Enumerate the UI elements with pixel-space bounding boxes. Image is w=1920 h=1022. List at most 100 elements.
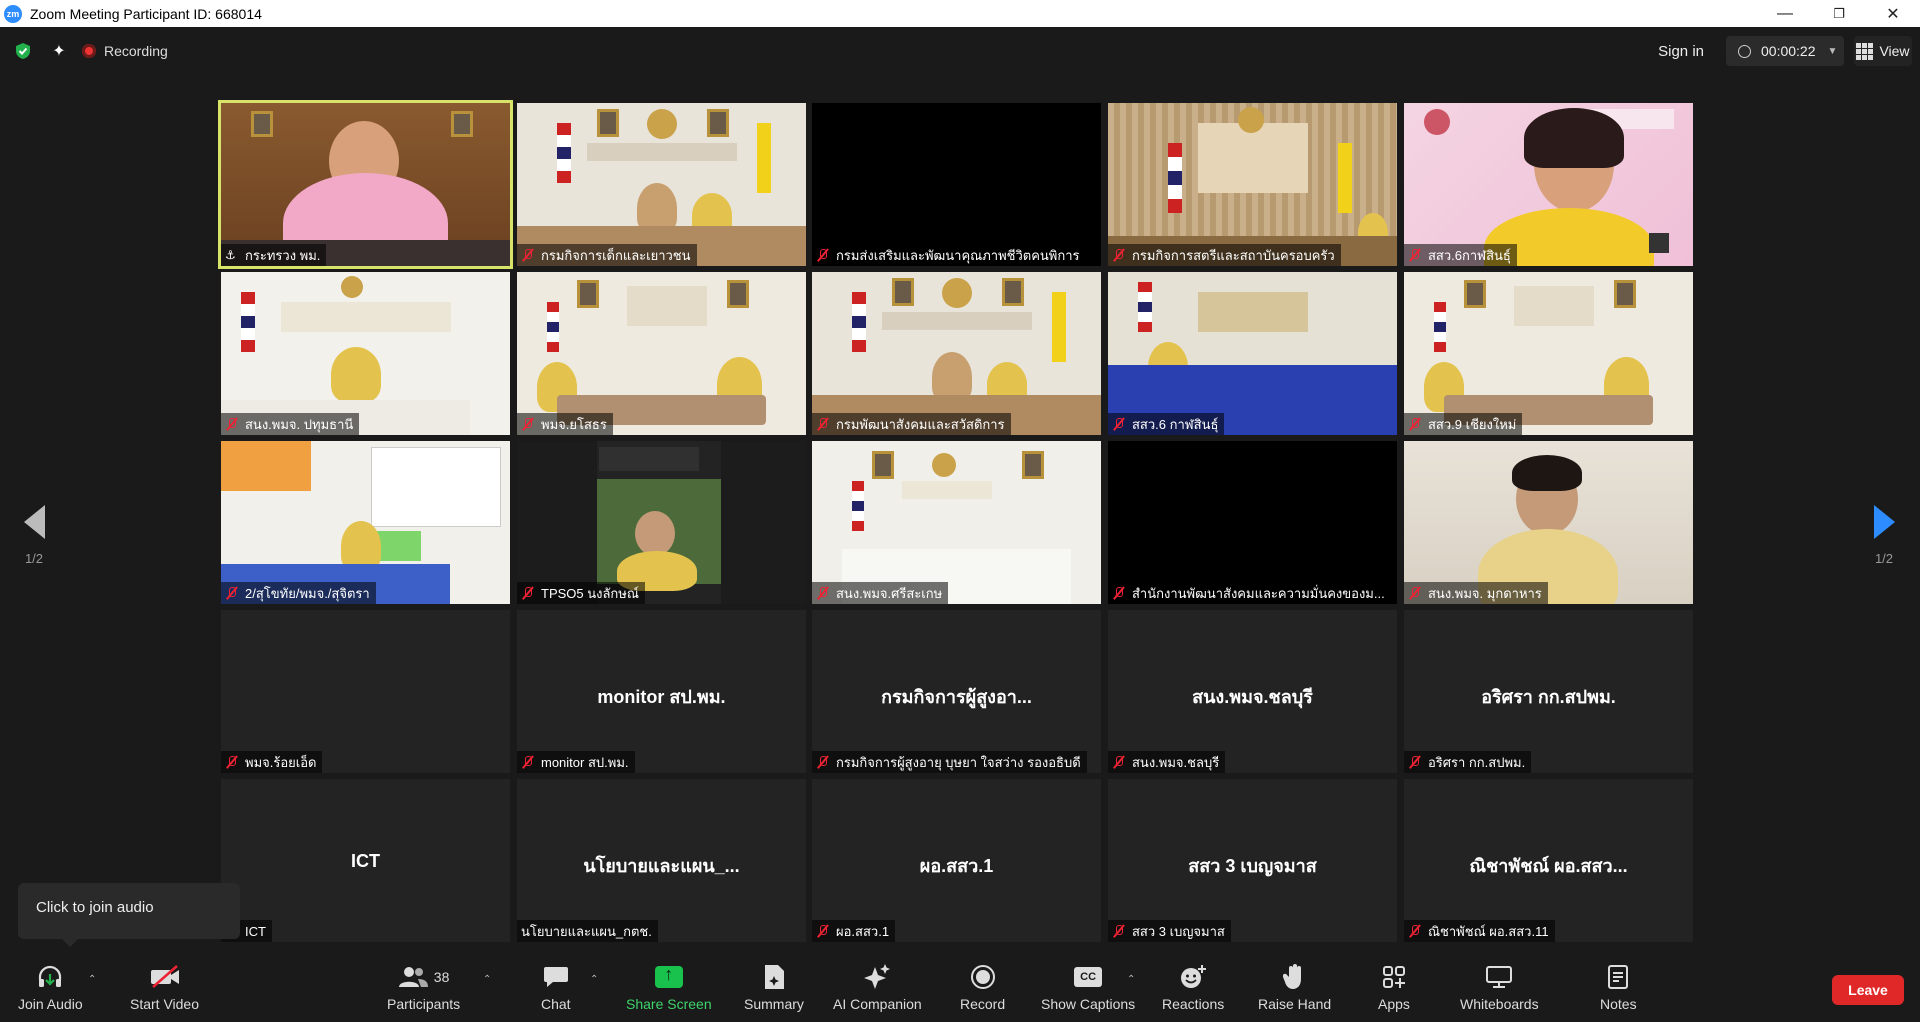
participants-button[interactable]: 38 Participants xyxy=(387,962,460,1020)
whiteboard-icon xyxy=(1485,962,1513,992)
ai-sparkle-icon[interactable]: ✦ xyxy=(50,42,68,60)
participant-tile[interactable]: สสว.6 กาฬสินธุ์ xyxy=(1108,272,1397,435)
recording-indicator[interactable]: Recording xyxy=(82,43,168,59)
summary-icon xyxy=(762,962,786,992)
participant-tile[interactable]: พมจ.ร้อยเอ็ด xyxy=(221,610,510,773)
participant-display-name: กรมกิจการผู้สูงอา... xyxy=(881,687,1032,707)
participant-name: กรมกิจการเด็กและเยาวชน xyxy=(541,247,691,263)
show-captions-label: Show Captions xyxy=(1041,996,1136,1012)
meeting-timer[interactable]: 00:00:22 ▼ xyxy=(1726,36,1844,66)
participant-tile[interactable]: สสว 3 เบญจมาส สสว 3 เบญจมาส xyxy=(1108,779,1397,942)
record-icon xyxy=(970,962,996,992)
mic-muted-icon xyxy=(1408,755,1422,769)
previous-page-nav[interactable]: 1/2 xyxy=(8,505,60,575)
ai-companion-button[interactable]: AI Companion xyxy=(833,962,922,1020)
participant-tile[interactable]: กรมกิจการสตรีและสถาบันครอบครัว xyxy=(1108,103,1397,266)
participant-tile[interactable]: พมจ.ยโสธร xyxy=(517,272,806,435)
participant-tile[interactable]: กรมกิจการเด็กและเยาวชน xyxy=(517,103,806,266)
mic-muted-icon xyxy=(521,248,535,262)
participant-tile[interactable]: กรมพัฒนาสังคมและสวัสดิการ xyxy=(812,272,1101,435)
participant-tile[interactable]: กรมส่งเสริมและพัฒนาคุณภาพชีวิตคนพิการ xyxy=(812,103,1101,266)
restore-button[interactable]: ❐ xyxy=(1812,0,1866,27)
next-page-nav[interactable]: 1/2 xyxy=(1858,505,1910,575)
leave-button[interactable]: Leave xyxy=(1832,975,1904,1005)
participant-tile[interactable]: สนง.พมจ.ชลบุรี สนง.พมจ.ชลบุรี xyxy=(1108,610,1397,773)
participant-name-label: พมจ.ร้อยเอ็ด xyxy=(221,751,323,773)
participant-name: กระทรวง พม. xyxy=(245,247,321,263)
notes-label: Notes xyxy=(1600,996,1637,1012)
captions-options-caret[interactable]: ⌃ xyxy=(1127,974,1135,985)
view-button[interactable]: View xyxy=(1854,36,1912,66)
participant-tile[interactable]: ณิชาพัชณ์ ผอ.สสว... ณิชาพัชณ์ ผอ.สสว.11 xyxy=(1404,779,1693,942)
record-button[interactable]: Record xyxy=(960,962,1005,1020)
participant-tile[interactable]: TPSO5 นงลักษณ์ xyxy=(517,441,806,604)
whiteboards-button[interactable]: Whiteboards xyxy=(1460,962,1539,1020)
chat-options-caret[interactable]: ⌃ xyxy=(590,974,598,985)
ai-companion-label: AI Companion xyxy=(833,996,922,1012)
participant-tile[interactable]: อริศรา กก.สปพม. อริศรา กก.สปพม. xyxy=(1404,610,1693,773)
participant-tile[interactable]: 2/สุโขทัย/พมจ./สุจิตรา xyxy=(221,441,510,604)
participant-tile[interactable]: สำนักงานพัฒนาสังคมและความมั่นคงของม... xyxy=(1108,441,1397,604)
participant-name-label: สสว.6กาฬสินธุ์ xyxy=(1404,244,1517,266)
mic-muted-icon xyxy=(816,248,830,262)
mic-muted-icon xyxy=(521,417,535,431)
participant-name: กรมส่งเสริมและพัฒนาคุณภาพชีวิตคนพิการ xyxy=(836,247,1080,263)
arrow-right-icon xyxy=(1873,505,1895,539)
mic-muted-icon xyxy=(225,417,239,431)
mic-muted-icon xyxy=(1408,586,1422,600)
mic-muted-icon xyxy=(521,586,535,600)
notes-button[interactable]: Notes xyxy=(1600,962,1637,1020)
share-screen-button[interactable]: Share Screen xyxy=(626,962,712,1020)
participant-tile[interactable]: กรมกิจการผู้สูงอา... กรมกิจการผู้สูงอายุ … xyxy=(812,610,1101,773)
reactions-button[interactable]: Reactions xyxy=(1162,962,1224,1020)
reactions-icon xyxy=(1179,962,1207,992)
participant-name: สำนักงานพัฒนาสังคมและความมั่นคงของม... xyxy=(1132,585,1385,601)
participant-tile[interactable]: สนง.พมจ. มุกดาหาร xyxy=(1404,441,1693,604)
participant-video xyxy=(221,272,510,435)
apps-icon xyxy=(1382,962,1406,992)
close-button[interactable]: ✕ xyxy=(1866,0,1920,27)
share-screen-label: Share Screen xyxy=(626,996,712,1012)
participant-tile[interactable]: monitor สป.พม. monitor สป.พม. xyxy=(517,610,806,773)
participant-display-name: สสว 3 เบญจมาส xyxy=(1188,856,1317,876)
audio-options-caret[interactable]: ⌃ xyxy=(88,974,96,985)
participant-tile[interactable]: สนง.พมจ. ปทุมธานี xyxy=(221,272,510,435)
raise-hand-button[interactable]: Raise Hand xyxy=(1258,962,1331,1020)
participant-display-name: สนง.พมจ.ชลบุรี xyxy=(1192,687,1313,707)
summary-button[interactable]: Summary xyxy=(744,962,804,1020)
participant-tile[interactable]: ผอ.สสว.1 ผอ.สสว.1 xyxy=(812,779,1101,942)
participant-tile[interactable]: ICT ICT xyxy=(221,779,510,942)
mic-muted-icon xyxy=(1112,248,1126,262)
participant-name-label: ณิชาพัชณ์ ผอ.สสว.11 xyxy=(1404,920,1555,942)
participant-name: สนง.พมจ.ศรีสะเกษ xyxy=(836,585,943,601)
window-title: Zoom Meeting Participant ID: 668014 xyxy=(30,5,262,22)
participant-tile[interactable]: สสว.6กาฬสินธุ์ xyxy=(1404,103,1693,266)
participant-name: สสว.9 เชียงใหม่ xyxy=(1428,416,1517,432)
captions-icon: CC xyxy=(1074,967,1103,987)
chat-label: Chat xyxy=(541,996,571,1012)
participant-tile[interactable]: สสว.9 เชียงใหม่ xyxy=(1404,272,1693,435)
participant-tile[interactable]: ⚓ กระทรวง พม. xyxy=(218,100,513,269)
apps-button[interactable]: Apps xyxy=(1378,962,1410,1020)
minimize-button[interactable]: — xyxy=(1758,0,1812,27)
sign-in-link[interactable]: Sign in xyxy=(1658,43,1704,60)
start-video-button[interactable]: Start Video xyxy=(130,962,199,1020)
join-audio-button[interactable]: Join Audio xyxy=(18,962,83,1020)
participant-name: กรมพัฒนาสังคมและสวัสดิการ xyxy=(836,416,1005,432)
participant-tile[interactable]: สนง.พมจ.ศรีสะเกษ xyxy=(812,441,1101,604)
participants-options-caret[interactable]: ⌃ xyxy=(483,974,491,985)
participant-video xyxy=(1404,272,1693,435)
participants-count: 38 xyxy=(433,969,450,985)
meeting-topbar: ✦ Recording Sign in 00:00:22 ▼ View xyxy=(0,27,1920,75)
participant-name-label: สนง.พมจ.ศรีสะเกษ xyxy=(812,582,949,604)
mic-muted-icon xyxy=(816,417,830,431)
security-shield-icon[interactable] xyxy=(14,42,32,60)
participant-name: 2/สุโขทัย/พมจ./สุจิตรา xyxy=(245,585,370,601)
record-dot-icon xyxy=(82,44,96,58)
participant-tile[interactable]: นโยบายและแผน_... นโยบายและแผน_กตช. xyxy=(517,779,806,942)
chat-button[interactable]: Chat xyxy=(541,962,571,1020)
mic-muted-icon xyxy=(816,924,830,938)
show-captions-button[interactable]: CC Show Captions xyxy=(1041,962,1135,1020)
restore-icon: ❐ xyxy=(1833,5,1845,21)
mic-muted-icon xyxy=(816,586,830,600)
